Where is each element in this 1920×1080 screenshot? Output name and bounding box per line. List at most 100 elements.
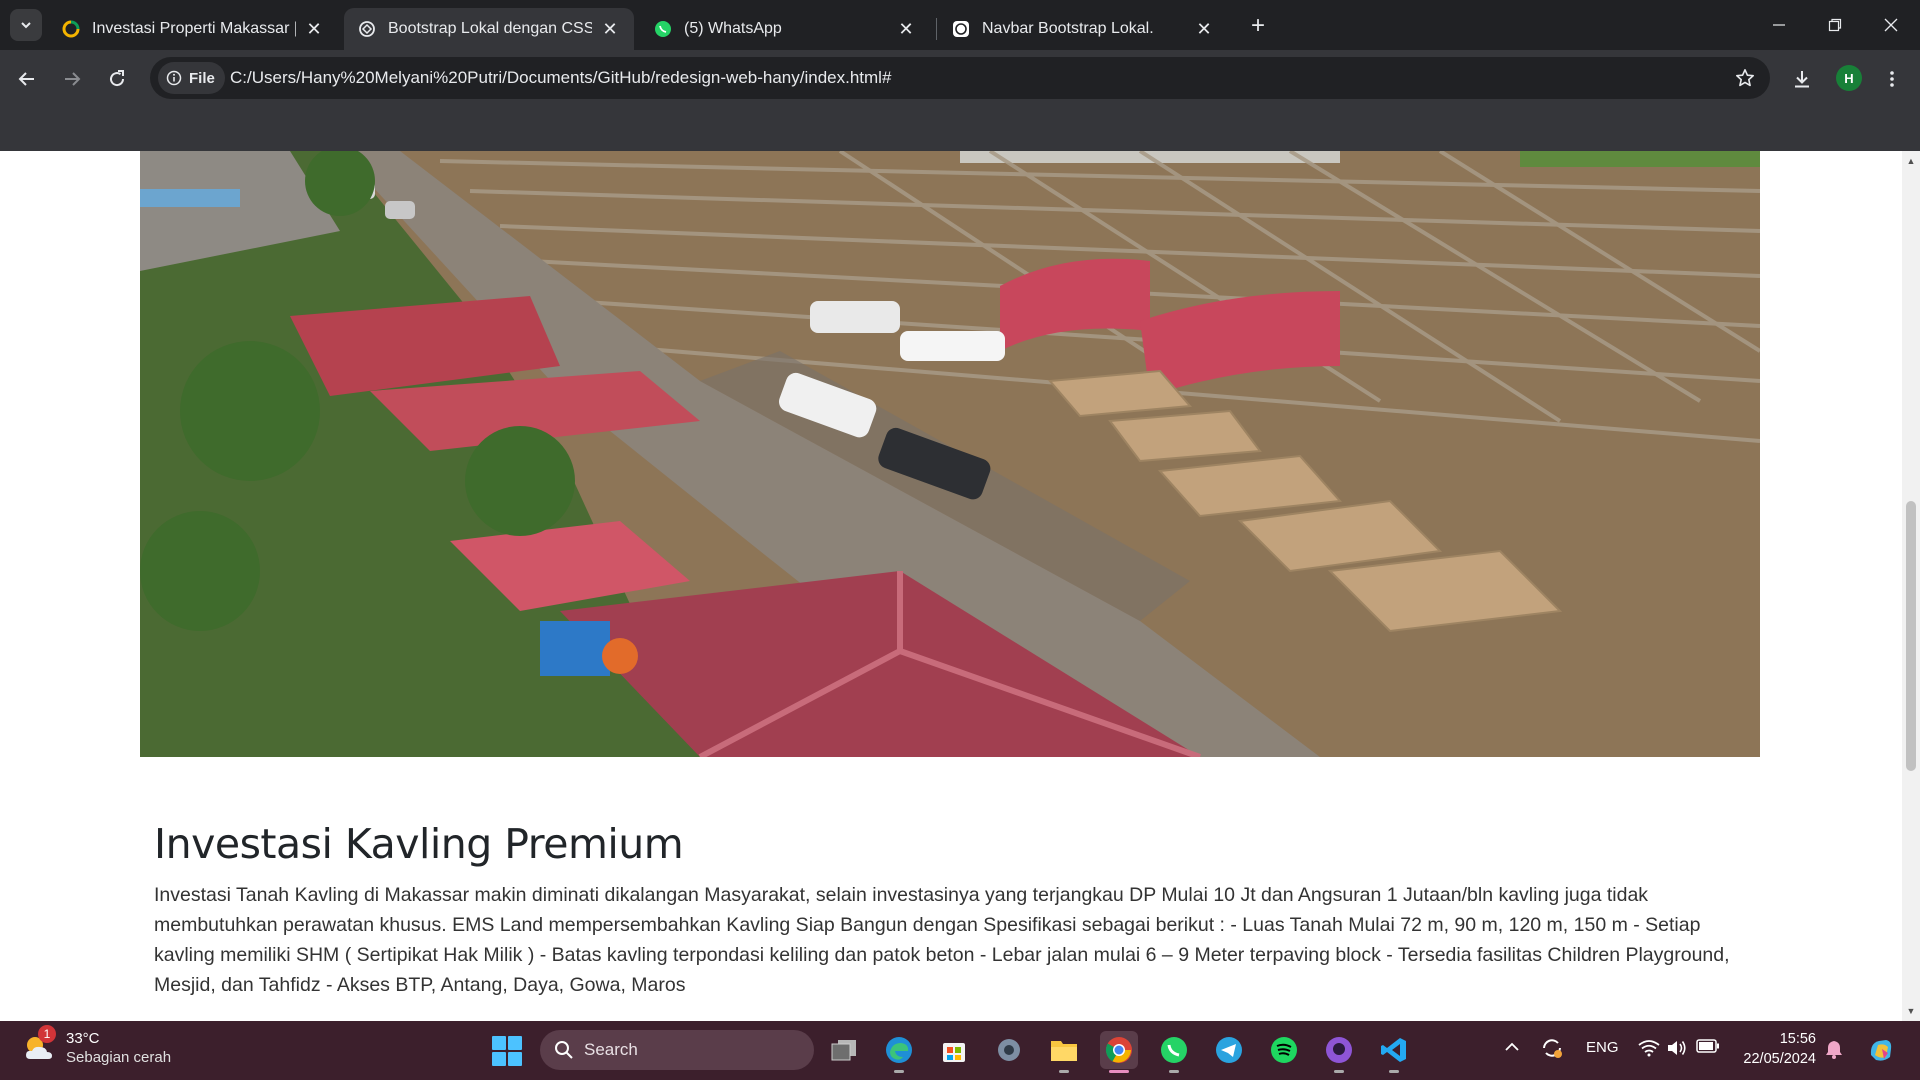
close-icon bbox=[1884, 18, 1898, 32]
taskbar-clock[interactable]: 15:56 22/05/2024 bbox=[1734, 1029, 1816, 1069]
scroll-up-arrow-icon[interactable]: ▲ bbox=[1902, 153, 1920, 169]
vscode-icon bbox=[1381, 1038, 1406, 1062]
taskbar-vscode[interactable] bbox=[1375, 1031, 1413, 1073]
arrow-right-icon bbox=[65, 72, 81, 86]
tab-search-button[interactable] bbox=[10, 9, 42, 41]
copilot-icon[interactable] bbox=[1866, 1035, 1896, 1065]
tab-investasi[interactable]: Investasi Properti Makassar | EMS ✕ bbox=[48, 8, 338, 50]
taskbar-search-box[interactable]: Search bbox=[540, 1030, 814, 1070]
browser-toolbar: File C:/Users/Hany%20Melyani%20Putri/Doc… bbox=[0, 50, 1920, 108]
clock-date: 22/05/2024 bbox=[1743, 1051, 1816, 1067]
task-view-button[interactable] bbox=[825, 1031, 863, 1069]
search-icon bbox=[555, 1041, 573, 1059]
tab-title: Navbar Bootstrap Lokal. bbox=[982, 20, 1154, 37]
page-viewport: Investasi Kavling Premium Investasi Tana… bbox=[0, 151, 1920, 1021]
taskbar-chrome[interactable] bbox=[1100, 1031, 1138, 1073]
forward-button[interactable] bbox=[56, 63, 88, 95]
tab-title: Bootstrap Lokal dengan CSS dan JS bbox=[388, 20, 592, 37]
bookmarks-bar bbox=[0, 108, 1920, 151]
site-info-label: File bbox=[189, 69, 215, 87]
taskbar-ms-store[interactable] bbox=[935, 1031, 973, 1069]
start-button[interactable] bbox=[492, 1036, 522, 1066]
chatgpt-favicon-icon bbox=[358, 20, 376, 38]
close-window-button[interactable] bbox=[1863, 0, 1919, 50]
weather-widget[interactable]: 1 33°C Sebagian cerah bbox=[22, 1025, 171, 1067]
taskbar-spotify[interactable] bbox=[1265, 1031, 1303, 1069]
taskbar-github-desktop[interactable] bbox=[1320, 1031, 1358, 1073]
chevron-down-icon bbox=[21, 22, 31, 29]
taskbar-whatsapp[interactable] bbox=[1155, 1031, 1193, 1073]
minimize-button[interactable] bbox=[1751, 0, 1807, 50]
gear-icon bbox=[998, 1039, 1020, 1061]
tray-overflow-button[interactable] bbox=[1504, 1039, 1520, 1055]
tab-title: Investasi Properti Makassar | EMS bbox=[92, 20, 296, 37]
reload-button[interactable] bbox=[101, 63, 133, 95]
weather-badge: 1 bbox=[38, 1025, 56, 1043]
new-tab-button[interactable]: + bbox=[1244, 12, 1272, 40]
close-tab-icon[interactable]: ✕ bbox=[1194, 19, 1214, 39]
tab-title: (5) WhatsApp bbox=[684, 20, 782, 37]
section-heading: Investasi Kavling Premium bbox=[154, 820, 684, 868]
taskbar-file-explorer[interactable] bbox=[1045, 1031, 1083, 1073]
close-tab-icon[interactable]: ✕ bbox=[304, 19, 324, 39]
tab-navbar-bootstrap[interactable]: Navbar Bootstrap Lokal. ✕ bbox=[938, 8, 1228, 50]
reload-icon bbox=[110, 70, 125, 87]
notification-bell-icon[interactable] bbox=[1825, 1039, 1843, 1059]
info-icon bbox=[166, 70, 182, 86]
kebab-menu-icon bbox=[1890, 71, 1894, 87]
bookmark-star-button[interactable] bbox=[1732, 65, 1758, 91]
chrome-icon bbox=[1105, 1037, 1132, 1063]
restore-icon bbox=[1828, 18, 1842, 32]
scroll-down-arrow-icon[interactable]: ▼ bbox=[1902, 1003, 1920, 1019]
chatgpt-favicon-icon bbox=[952, 20, 970, 38]
section-paragraph: Investasi Tanah Kavling di Makassar maki… bbox=[154, 884, 1730, 996]
weather-icon: 1 bbox=[22, 1025, 56, 1065]
tab-separator bbox=[936, 18, 937, 40]
kavling-section: Investasi Kavling Premium Investasi Tana… bbox=[154, 820, 1734, 1000]
url-text[interactable]: C:/Users/Hany%20Melyani%20Putri/Document… bbox=[230, 68, 891, 88]
downloads-button[interactable] bbox=[1786, 63, 1818, 95]
menu-button[interactable] bbox=[1876, 63, 1908, 95]
windows-logo-icon bbox=[492, 1036, 506, 1050]
battery-icon[interactable] bbox=[1696, 1039, 1720, 1053]
telegram-icon bbox=[1216, 1037, 1242, 1063]
page-scrollbar[interactable]: ▲ ▼ bbox=[1902, 151, 1920, 1021]
close-tab-icon[interactable]: ✕ bbox=[600, 19, 620, 39]
profile-avatar[interactable]: H bbox=[1836, 65, 1862, 91]
weather-temperature: 33°C bbox=[66, 1030, 100, 1047]
site-info-chip[interactable]: File bbox=[158, 62, 225, 94]
restore-button[interactable] bbox=[1807, 0, 1863, 50]
whatsapp-favicon-icon bbox=[654, 20, 672, 38]
close-tab-icon[interactable]: ✕ bbox=[896, 19, 916, 39]
tab-strip: Investasi Properti Makassar | EMS ✕ Boot… bbox=[0, 0, 1920, 50]
edge-icon bbox=[886, 1037, 912, 1063]
github-icon bbox=[1326, 1037, 1352, 1063]
download-icon bbox=[1795, 71, 1809, 88]
taskbar-settings[interactable] bbox=[990, 1031, 1028, 1069]
star-icon bbox=[1736, 69, 1754, 87]
store-icon bbox=[943, 1043, 965, 1062]
taskbar-edge[interactable] bbox=[880, 1031, 918, 1073]
whatsapp-icon bbox=[1161, 1037, 1187, 1063]
arrow-left-icon bbox=[18, 72, 34, 86]
tab-whatsapp[interactable]: (5) WhatsApp ✕ bbox=[640, 8, 930, 50]
folder-icon bbox=[1051, 1041, 1077, 1061]
minimize-icon bbox=[1773, 24, 1785, 26]
language-indicator[interactable]: ENG bbox=[1586, 1039, 1619, 1056]
taskbar-search-label: Search bbox=[584, 1040, 638, 1059]
taskbar-telegram[interactable] bbox=[1210, 1031, 1248, 1069]
address-bar[interactable]: File C:/Users/Hany%20Melyani%20Putri/Doc… bbox=[150, 57, 1770, 99]
hero-image bbox=[140, 151, 1760, 757]
chevron-up-icon bbox=[1505, 1042, 1519, 1051]
windows-taskbar: 1 33°C Sebagian cerah Search ENG 15:56 2… bbox=[0, 1021, 1920, 1080]
clock-time: 15:56 bbox=[1779, 1031, 1816, 1047]
scrollbar-thumb[interactable] bbox=[1906, 501, 1916, 771]
tray-sync-icon[interactable] bbox=[1540, 1036, 1564, 1060]
ems-favicon-icon bbox=[62, 20, 80, 38]
back-button[interactable] bbox=[11, 63, 43, 95]
volume-icon[interactable] bbox=[1666, 1039, 1688, 1057]
spotify-icon bbox=[1271, 1037, 1297, 1063]
task-view-icon bbox=[831, 1040, 856, 1061]
tab-bootstrap-lokal[interactable]: Bootstrap Lokal dengan CSS dan JS ✕ bbox=[344, 8, 634, 50]
wifi-icon[interactable] bbox=[1638, 1039, 1660, 1057]
